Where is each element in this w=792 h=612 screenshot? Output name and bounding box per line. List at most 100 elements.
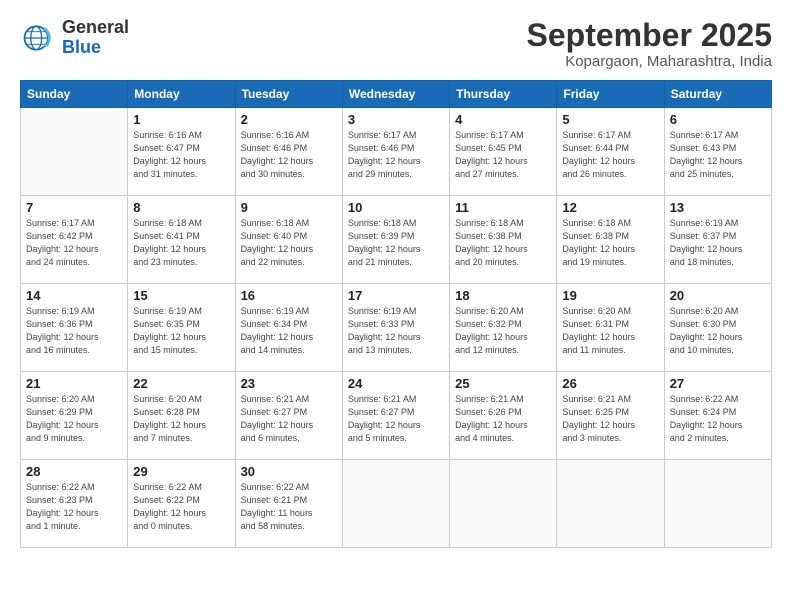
day-info: Sunrise: 6:22 AM Sunset: 6:21 PM Dayligh… <box>241 481 337 533</box>
calendar-day-cell: 11 Sunrise: 6:18 AM Sunset: 6:38 PM Dayli… <box>450 196 557 284</box>
day-number: 8 <box>133 200 229 215</box>
day-number: 14 <box>26 288 122 303</box>
day-number: 5 <box>562 112 658 127</box>
calendar-day-cell: 8 Sunrise: 6:18 AM Sunset: 6:41 PM Daylig… <box>128 196 235 284</box>
day-info: Sunrise: 6:16 AM Sunset: 6:47 PM Dayligh… <box>133 129 229 181</box>
calendar-day-cell <box>664 460 771 548</box>
calendar-day-cell: 16 Sunrise: 6:19 AM Sunset: 6:34 PM Dayli… <box>235 284 342 372</box>
day-number: 28 <box>26 464 122 479</box>
subtitle: Kopargaon, Maharashtra, India <box>527 53 772 70</box>
day-number: 26 <box>562 376 658 391</box>
calendar-day-cell: 27 Sunrise: 6:22 AM Sunset: 6:24 PM Dayli… <box>664 372 771 460</box>
day-info: Sunrise: 6:18 AM Sunset: 6:38 PM Dayligh… <box>455 217 551 269</box>
day-info: Sunrise: 6:22 AM Sunset: 6:24 PM Dayligh… <box>670 393 766 445</box>
calendar-day-cell <box>450 460 557 548</box>
day-number: 22 <box>133 376 229 391</box>
day-info: Sunrise: 6:19 AM Sunset: 6:34 PM Dayligh… <box>241 305 337 357</box>
day-number: 4 <box>455 112 551 127</box>
logo-text: General Blue <box>62 18 129 58</box>
calendar-day-cell: 15Sunrise: 6:19 AM Sunset: 6:35 PM Dayli… <box>128 284 235 372</box>
calendar-day-cell: 21 Sunrise: 6:20 AM Sunset: 6:29 PM Dayli… <box>21 372 128 460</box>
logo-line1: General <box>62 18 129 38</box>
title-block: September 2025 Kopargaon, Maharashtra, I… <box>527 18 772 70</box>
day-info: Sunrise: 6:20 AM Sunset: 6:30 PM Dayligh… <box>670 305 766 357</box>
day-info: Sunrise: 6:18 AM Sunset: 6:40 PM Dayligh… <box>241 217 337 269</box>
day-number: 15 <box>133 288 229 303</box>
day-info: Sunrise: 6:17 AM Sunset: 6:44 PM Dayligh… <box>562 129 658 181</box>
day-number: 20 <box>670 288 766 303</box>
day-info: Sunrise: 6:19 AM Sunset: 6:33 PM Dayligh… <box>348 305 444 357</box>
day-number: 18 <box>455 288 551 303</box>
day-number: 7 <box>26 200 122 215</box>
calendar-day-header: Wednesday <box>342 81 449 108</box>
calendar-day-cell: 4 Sunrise: 6:17 AM Sunset: 6:45 PM Daylig… <box>450 108 557 196</box>
calendar-day-cell: 28 Sunrise: 6:22 AM Sunset: 6:23 PM Dayli… <box>21 460 128 548</box>
calendar-day-cell: 19Sunrise: 6:20 AM Sunset: 6:31 PM Dayli… <box>557 284 664 372</box>
day-info: Sunrise: 6:20 AM Sunset: 6:31 PM Dayligh… <box>562 305 658 357</box>
calendar-day-cell: 10 Sunrise: 6:18 AM Sunset: 6:39 PM Dayli… <box>342 196 449 284</box>
day-info: Sunrise: 6:17 AM Sunset: 6:43 PM Dayligh… <box>670 129 766 181</box>
calendar-day-cell: 14 Sunrise: 6:19 AM Sunset: 6:36 PM Dayli… <box>21 284 128 372</box>
calendar-day-cell: 13Sunrise: 6:19 AM Sunset: 6:37 PM Dayli… <box>664 196 771 284</box>
day-number: 29 <box>133 464 229 479</box>
calendar-day-cell: 25Sunrise: 6:21 AM Sunset: 6:26 PM Dayli… <box>450 372 557 460</box>
day-info: Sunrise: 6:19 AM Sunset: 6:36 PM Dayligh… <box>26 305 122 357</box>
day-number: 17 <box>348 288 444 303</box>
calendar-day-header: Saturday <box>664 81 771 108</box>
day-number: 27 <box>670 376 766 391</box>
calendar-day-cell: 2Sunrise: 6:16 AM Sunset: 6:46 PM Daylig… <box>235 108 342 196</box>
calendar-day-cell: 6 Sunrise: 6:17 AM Sunset: 6:43 PM Daylig… <box>664 108 771 196</box>
day-number: 25 <box>455 376 551 391</box>
calendar-week-row: 14 Sunrise: 6:19 AM Sunset: 6:36 PM Dayli… <box>21 284 772 372</box>
day-info: Sunrise: 6:20 AM Sunset: 6:28 PM Dayligh… <box>133 393 229 445</box>
calendar-week-row: 1Sunrise: 6:16 AM Sunset: 6:47 PM Daylig… <box>21 108 772 196</box>
day-number: 12 <box>562 200 658 215</box>
calendar-day-cell <box>342 460 449 548</box>
day-info: Sunrise: 6:21 AM Sunset: 6:27 PM Dayligh… <box>348 393 444 445</box>
calendar-day-cell: 30Sunrise: 6:22 AM Sunset: 6:21 PM Dayli… <box>235 460 342 548</box>
calendar-day-cell: 12 Sunrise: 6:18 AM Sunset: 6:38 PM Dayli… <box>557 196 664 284</box>
calendar-day-cell: 3 Sunrise: 6:17 AM Sunset: 6:46 PM Daylig… <box>342 108 449 196</box>
logo: General Blue <box>20 18 129 58</box>
calendar-day-cell <box>21 108 128 196</box>
calendar-day-cell: 29 Sunrise: 6:22 AM Sunset: 6:22 PM Dayli… <box>128 460 235 548</box>
logo-icon <box>20 20 56 56</box>
day-info: Sunrise: 6:21 AM Sunset: 6:25 PM Dayligh… <box>562 393 658 445</box>
calendar-table: SundayMondayTuesdayWednesdayThursdayFrid… <box>20 80 772 548</box>
day-info: Sunrise: 6:19 AM Sunset: 6:37 PM Dayligh… <box>670 217 766 269</box>
logo-line2: Blue <box>62 38 129 58</box>
day-info: Sunrise: 6:18 AM Sunset: 6:38 PM Dayligh… <box>562 217 658 269</box>
day-number: 21 <box>26 376 122 391</box>
day-info: Sunrise: 6:22 AM Sunset: 6:22 PM Dayligh… <box>133 481 229 533</box>
calendar-day-header: Sunday <box>21 81 128 108</box>
day-number: 6 <box>670 112 766 127</box>
day-info: Sunrise: 6:20 AM Sunset: 6:29 PM Dayligh… <box>26 393 122 445</box>
calendar-day-cell: 26 Sunrise: 6:21 AM Sunset: 6:25 PM Dayli… <box>557 372 664 460</box>
day-info: Sunrise: 6:20 AM Sunset: 6:32 PM Dayligh… <box>455 305 551 357</box>
day-info: Sunrise: 6:21 AM Sunset: 6:27 PM Dayligh… <box>241 393 337 445</box>
day-number: 10 <box>348 200 444 215</box>
calendar-day-header: Friday <box>557 81 664 108</box>
day-number: 24 <box>348 376 444 391</box>
calendar-day-header: Monday <box>128 81 235 108</box>
calendar-header-row: SundayMondayTuesdayWednesdayThursdayFrid… <box>21 81 772 108</box>
day-number: 9 <box>241 200 337 215</box>
day-info: Sunrise: 6:17 AM Sunset: 6:42 PM Dayligh… <box>26 217 122 269</box>
calendar-day-cell: 5 Sunrise: 6:17 AM Sunset: 6:44 PM Daylig… <box>557 108 664 196</box>
calendar-week-row: 21 Sunrise: 6:20 AM Sunset: 6:29 PM Dayli… <box>21 372 772 460</box>
day-number: 11 <box>455 200 551 215</box>
day-number: 3 <box>348 112 444 127</box>
day-info: Sunrise: 6:22 AM Sunset: 6:23 PM Dayligh… <box>26 481 122 533</box>
calendar-day-cell <box>557 460 664 548</box>
main-title: September 2025 <box>527 18 772 53</box>
day-info: Sunrise: 6:18 AM Sunset: 6:39 PM Dayligh… <box>348 217 444 269</box>
calendar-day-cell: 24 Sunrise: 6:21 AM Sunset: 6:27 PM Dayli… <box>342 372 449 460</box>
day-info: Sunrise: 6:17 AM Sunset: 6:46 PM Dayligh… <box>348 129 444 181</box>
day-info: Sunrise: 6:18 AM Sunset: 6:41 PM Dayligh… <box>133 217 229 269</box>
day-info: Sunrise: 6:17 AM Sunset: 6:45 PM Dayligh… <box>455 129 551 181</box>
calendar-week-row: 7 Sunrise: 6:17 AM Sunset: 6:42 PM Daylig… <box>21 196 772 284</box>
calendar-day-cell: 7 Sunrise: 6:17 AM Sunset: 6:42 PM Daylig… <box>21 196 128 284</box>
calendar-day-cell: 22 Sunrise: 6:20 AM Sunset: 6:28 PM Dayli… <box>128 372 235 460</box>
day-number: 16 <box>241 288 337 303</box>
calendar-day-cell: 23Sunrise: 6:21 AM Sunset: 6:27 PM Dayli… <box>235 372 342 460</box>
